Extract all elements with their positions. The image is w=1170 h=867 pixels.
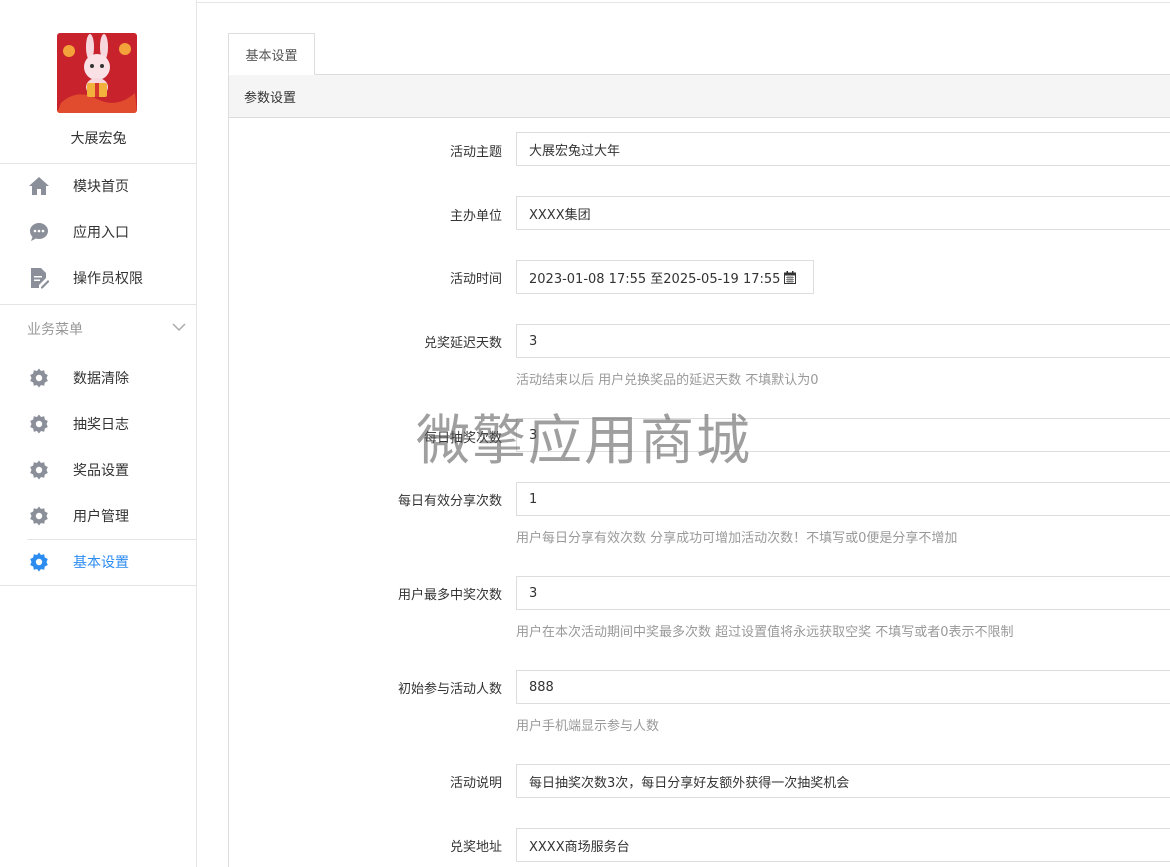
calendar-icon bbox=[784, 270, 797, 284]
sidebar-item-user-management[interactable]: 用户管理 bbox=[0, 493, 197, 539]
initial-participants-help: 用户手机端显示参与人数 bbox=[516, 719, 660, 734]
business-menu-header[interactable]: 业务菜单 bbox=[0, 306, 197, 352]
sidebar-item-label: 用户管理 bbox=[73, 509, 129, 525]
top-border bbox=[197, 2, 1170, 3]
delay-days-input[interactable]: 3 bbox=[516, 324, 1170, 358]
max-wins-help: 用户在本次活动期间中奖最多次数 超过设置值将永远获取空奖 不填写或者0表示不限制 bbox=[516, 625, 1014, 640]
sidebar-item-app-entry[interactable]: 应用入口 bbox=[0, 209, 197, 255]
daily-draws-input[interactable]: 3 bbox=[516, 418, 1170, 452]
sidebar-item-label: 操作员权限 bbox=[73, 271, 143, 287]
sidebar-item-draw-log[interactable]: 抽奖日志 bbox=[0, 401, 197, 447]
chat-bubble-icon bbox=[28, 221, 50, 243]
sidebar-item-label: 数据清除 bbox=[73, 371, 129, 387]
panel-title: 参数设置 bbox=[229, 75, 1170, 118]
max-wins-label: 用户最多中奖次数 bbox=[397, 588, 502, 603]
sidebar-item-label: 基本设置 bbox=[73, 555, 129, 571]
redeem-address-input[interactable]: XXXX商场服务台 bbox=[516, 828, 1170, 862]
sidebar-item-label: 抽奖日志 bbox=[73, 417, 129, 433]
gear-icon bbox=[28, 551, 50, 573]
avatar bbox=[57, 33, 137, 113]
settings-panel: 参数设置 bbox=[228, 74, 1170, 867]
sidebar-item-module-home[interactable]: 模块首页 bbox=[0, 163, 197, 209]
sidebar-item-data-clear[interactable]: 数据清除 bbox=[0, 355, 197, 401]
delay-days-label: 兑奖延迟天数 bbox=[423, 336, 502, 351]
gear-icon bbox=[28, 413, 50, 435]
description-input[interactable]: 每日抽奖次数3次，每日分享好友额外获得一次抽奖机会 bbox=[516, 764, 1170, 798]
sidebar-item-label: 模块首页 bbox=[73, 179, 129, 195]
sidebar-item-basic-settings[interactable]: 基本设置 bbox=[0, 539, 197, 585]
sidebar-item-operator-permissions[interactable]: 操作员权限 bbox=[0, 255, 197, 301]
organizer-label: 主办单位 bbox=[449, 209, 502, 224]
daily-shares-label: 每日有效分享次数 bbox=[397, 494, 502, 509]
sidebar-item-prize-settings[interactable]: 奖品设置 bbox=[0, 447, 197, 493]
organizer-input[interactable]: XXXX集团 bbox=[516, 196, 1170, 230]
initial-participants-input[interactable]: 888 bbox=[516, 670, 1170, 704]
theme-label: 活动主题 bbox=[449, 145, 502, 160]
tab-basic-settings[interactable]: 基本设置 bbox=[228, 33, 315, 75]
redeem-address-label: 兑奖地址 bbox=[449, 840, 502, 855]
delay-days-help: 活动结束以后 用户兑换奖品的延迟天数 不填默认为0 bbox=[516, 373, 819, 388]
sidebar-divider bbox=[0, 304, 197, 305]
sidebar-item-label: 应用入口 bbox=[73, 225, 129, 241]
document-edit-icon bbox=[28, 267, 50, 289]
time-range-value: 2023-01-08 17:55 至2025-05-19 17:55 bbox=[529, 271, 781, 287]
home-icon bbox=[28, 175, 50, 197]
business-menu-title: 业务菜单 bbox=[27, 322, 83, 338]
chevron-down-icon bbox=[172, 320, 186, 336]
time-label: 活动时间 bbox=[449, 272, 502, 287]
sidebar-item-label: 奖品设置 bbox=[73, 463, 129, 479]
sidebar: 大展宏兔 模块首页 应用入口 操作员权限 业务菜单 数据清除 抽奖日志 奖品设置… bbox=[0, 0, 197, 867]
daily-shares-help: 用户每日分享有效次数 分享成功可增加活动次数！不填写或0便是分享不增加 bbox=[516, 531, 958, 546]
time-range-picker[interactable]: 2023-01-08 17:55 至2025-05-19 17:55 bbox=[516, 260, 814, 294]
max-wins-input[interactable]: 3 bbox=[516, 576, 1170, 610]
theme-input[interactable]: 大展宏兔过大年 bbox=[516, 132, 1170, 166]
initial-participants-label: 初始参与活动人数 bbox=[397, 682, 502, 697]
sidebar-divider bbox=[0, 585, 197, 586]
profile-name: 大展宏兔 bbox=[70, 131, 127, 147]
daily-draws-label: 每日抽奖次数 bbox=[423, 431, 502, 446]
gear-icon bbox=[28, 367, 50, 389]
gear-icon bbox=[28, 505, 50, 527]
daily-shares-input[interactable]: 1 bbox=[516, 482, 1170, 516]
gear-icon bbox=[28, 459, 50, 481]
description-label: 活动说明 bbox=[449, 776, 502, 791]
